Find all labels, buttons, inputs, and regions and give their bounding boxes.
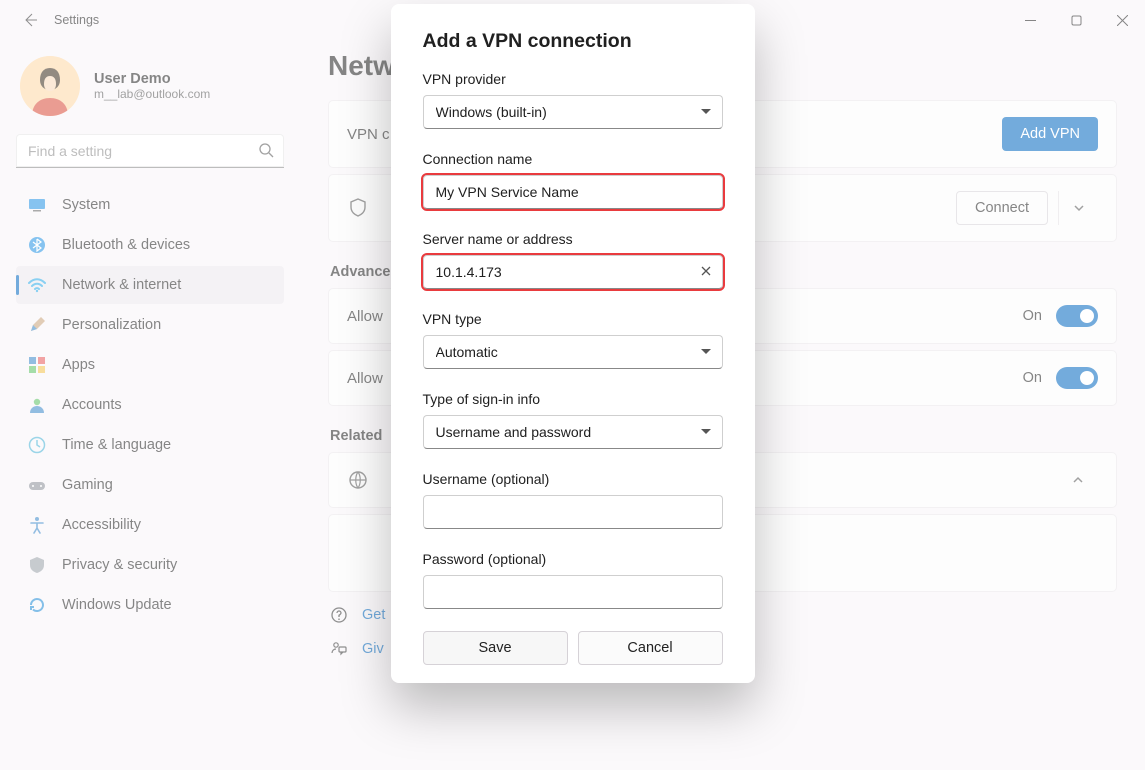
- sidebar-item-label: Time & language: [62, 437, 171, 453]
- sidebar-item-system[interactable]: System: [16, 186, 284, 224]
- back-button[interactable]: [20, 10, 40, 30]
- wifi-icon: [28, 276, 46, 294]
- search-input[interactable]: [16, 134, 284, 168]
- help-icon: [330, 606, 348, 624]
- vpn-type-select[interactable]: Automatic: [423, 335, 723, 369]
- allow-roaming-label: Allow: [347, 370, 383, 387]
- shield-outline-icon: [347, 197, 369, 219]
- sidebar-item-accounts[interactable]: Accounts: [16, 386, 284, 424]
- sidebar-item-label: Bluetooth & devices: [62, 237, 190, 253]
- apps-icon: [28, 356, 46, 374]
- avatar[interactable]: [20, 56, 80, 116]
- vpn-connections-label: VPN c: [347, 126, 390, 143]
- globe-icon: [347, 469, 369, 491]
- search-icon: [258, 142, 274, 163]
- display-icon: [28, 196, 46, 214]
- allow-metered-label: Allow: [347, 308, 383, 325]
- bluetooth-icon: [28, 236, 46, 254]
- add-vpn-button[interactable]: Add VPN: [1002, 117, 1098, 151]
- server-address-input[interactable]: [423, 255, 723, 289]
- sidebar-item-personalization[interactable]: Personalization: [16, 306, 284, 344]
- server-address-label: Server name or address: [423, 231, 723, 247]
- sidebar-item-apps[interactable]: Apps: [16, 346, 284, 384]
- minimize-button[interactable]: [1007, 5, 1053, 35]
- connection-name-label: Connection name: [423, 151, 723, 167]
- signin-type-label: Type of sign-in info: [423, 391, 723, 407]
- expand-button[interactable]: [1058, 191, 1098, 225]
- connection-name-input[interactable]: [423, 175, 723, 209]
- sidebar-item-gaming[interactable]: Gaming: [16, 466, 284, 504]
- sidebar-item-bluetooth[interactable]: Bluetooth & devices: [16, 226, 284, 264]
- window-title: Settings: [54, 13, 99, 27]
- maximize-button[interactable]: [1053, 5, 1099, 35]
- paintbrush-icon: [28, 316, 46, 334]
- collapse-button[interactable]: [1058, 473, 1098, 487]
- connect-button[interactable]: Connect: [956, 191, 1048, 225]
- gamepad-icon: [28, 476, 46, 494]
- feedback-icon: [330, 640, 348, 658]
- vpn-provider-select[interactable]: Windows (built-in): [423, 95, 723, 129]
- toggle-on-label: On: [1023, 370, 1042, 386]
- close-button[interactable]: [1099, 5, 1145, 35]
- sidebar-item-time[interactable]: Time & language: [16, 426, 284, 464]
- sidebar-item-label: Accounts: [62, 397, 122, 413]
- clear-input-icon[interactable]: [699, 264, 713, 283]
- clock-globe-icon: [28, 436, 46, 454]
- user-email: m__lab@outlook.com: [94, 87, 210, 101]
- cancel-button[interactable]: Cancel: [578, 631, 723, 665]
- sidebar-item-network[interactable]: Network & internet: [16, 266, 284, 304]
- get-help-label: Get: [362, 607, 385, 623]
- vpn-type-label: VPN type: [423, 311, 723, 327]
- accessibility-icon: [28, 516, 46, 534]
- user-name: User Demo: [94, 71, 210, 87]
- toggle-on-label: On: [1023, 308, 1042, 324]
- sidebar-item-label: Network & internet: [62, 277, 181, 293]
- sidebar-item-label: System: [62, 197, 110, 213]
- shield-icon: [28, 556, 46, 574]
- sidebar-item-label: Personalization: [62, 317, 161, 333]
- sidebar-item-privacy[interactable]: Privacy & security: [16, 546, 284, 584]
- dialog-title: Add a VPN connection: [423, 30, 723, 53]
- username-label: Username (optional): [423, 471, 723, 487]
- sidebar-item-label: Apps: [62, 357, 95, 373]
- sidebar-item-label: Accessibility: [62, 517, 141, 533]
- give-feedback-label: Giv: [362, 641, 384, 657]
- password-input[interactable]: [423, 575, 723, 609]
- vpn-provider-label: VPN provider: [423, 71, 723, 87]
- allow-metered-toggle[interactable]: [1056, 305, 1098, 327]
- sidebar-item-label: Windows Update: [62, 597, 172, 613]
- sidebar-item-update[interactable]: Windows Update: [16, 586, 284, 624]
- password-label: Password (optional): [423, 551, 723, 567]
- save-button[interactable]: Save: [423, 631, 568, 665]
- allow-roaming-toggle[interactable]: [1056, 367, 1098, 389]
- sidebar-item-label: Privacy & security: [62, 557, 177, 573]
- signin-type-select[interactable]: Username and password: [423, 415, 723, 449]
- username-input[interactable]: [423, 495, 723, 529]
- sidebar-item-accessibility[interactable]: Accessibility: [16, 506, 284, 544]
- sidebar-item-label: Gaming: [62, 477, 113, 493]
- update-icon: [28, 596, 46, 614]
- add-vpn-dialog: Add a VPN connection VPN provider Window…: [391, 4, 755, 683]
- person-icon: [28, 396, 46, 414]
